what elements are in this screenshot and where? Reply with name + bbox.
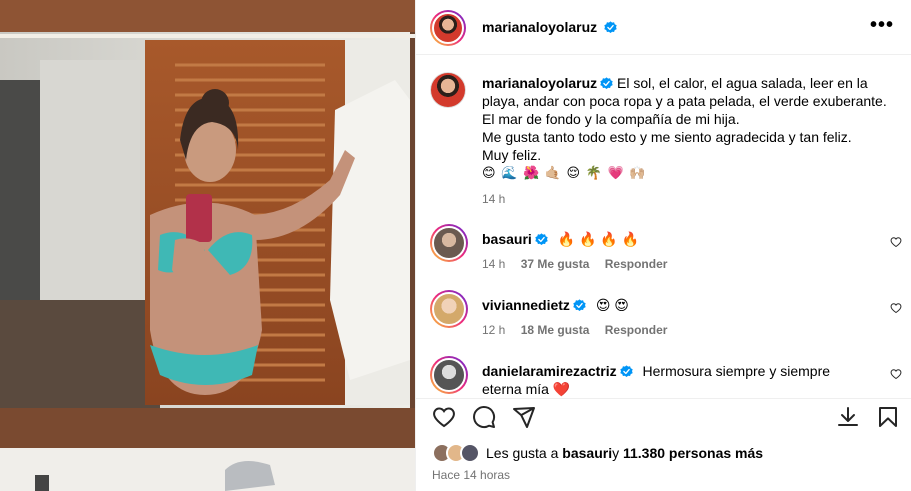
verified-icon [604,21,617,34]
heart-icon[interactable] [432,405,456,429]
author-avatar[interactable] [430,10,466,46]
comment-item: danielaramirezactriz Hermosura siempre y… [416,356,911,398]
caption-line-2: El mar de fondo y la compañía de mi hija… [482,111,740,127]
verified-icon [573,299,586,312]
comment-body: basauri 🔥 🔥 🔥 🔥 [482,230,872,248]
likes-count[interactable]: 11.380 personas más [623,445,763,461]
comment-item: basauri 🔥 🔥 🔥 🔥 14 h 37 Me gusta Respond… [416,224,911,284]
comment-time: 14 h [482,257,506,271]
comment-username[interactable]: danielaramirezactriz [482,363,617,379]
comment-like-heart-icon[interactable] [890,368,902,380]
post-photo[interactable] [0,0,415,491]
likes-middle: y [612,445,620,461]
comment-likes[interactable]: 18 Me gusta [521,323,590,337]
author-name-row: marianaloyolaruz [482,19,617,35]
comment-icon[interactable] [472,405,496,429]
more-options-icon[interactable]: ••• [870,15,894,35]
comment-username[interactable]: basauri [482,231,532,247]
verified-icon [535,233,548,246]
likes-user[interactable]: basauri [562,445,612,461]
comment-like-heart-icon[interactable] [890,302,902,314]
verified-icon [619,365,633,378]
verified-icon [600,77,613,90]
caption-line-4: Muy feliz. [482,147,542,163]
comment-body: viviannedietz 😍 😍 [482,296,872,314]
likes-summary: Les gusta a basauri y 11.380 personas má… [432,443,763,463]
post-timestamp: Hace 14 horas [432,468,511,482]
comment-avatar[interactable] [430,356,468,394]
comment-text: 🔥 🔥 🔥 🔥 [557,231,640,247]
post-header: marianaloyolaruz ••• [416,0,911,55]
comment-meta: 14 h 37 Me gusta Responder [482,257,679,271]
caption: marianaloyolaruz El sol, el calor, el ag… [482,74,892,208]
comment-username[interactable]: viviannedietz [482,297,570,313]
download-icon[interactable] [836,405,860,429]
likers-avatars[interactable] [432,443,480,463]
comment-like-heart-icon[interactable] [890,236,902,248]
caption-avatar[interactable] [430,72,466,108]
author-username[interactable]: marianaloyolaruz [482,19,597,35]
comment-avatar[interactable] [430,290,468,328]
reply-button[interactable]: Responder [605,257,668,271]
comment-time: 12 h [482,323,506,337]
caption-emojis: 😊 🌊 🌺 🤙🏼 😌 🌴 💗 🙌🏼 [482,165,647,180]
comment-item: viviannedietz 😍 😍 12 h 18 Me gusta Respo… [416,290,911,350]
reply-button[interactable]: Responder [605,323,668,337]
caption-author[interactable]: marianaloyolaruz [482,75,597,91]
caption-line-3: Me gusta tanto todo esto y me siento agr… [482,129,852,145]
comment-likes[interactable]: 37 Me gusta [521,257,590,271]
action-bar [416,398,911,434]
post-photo-image [0,0,415,491]
comment-avatar[interactable] [430,224,468,262]
comment-text: 😍 😍 [595,297,629,313]
post-panel: marianaloyolaruz ••• marianaloyolaruz El… [415,0,911,491]
likes-prefix: Les gusta a [486,445,559,461]
comment-body: danielaramirezactriz Hermosura siempre y… [482,362,872,398]
caption-time: 14 h [482,192,506,206]
share-icon[interactable] [512,405,536,429]
comment-meta: 12 h 18 Me gusta Responder [482,323,679,337]
bookmark-icon[interactable] [876,405,900,429]
